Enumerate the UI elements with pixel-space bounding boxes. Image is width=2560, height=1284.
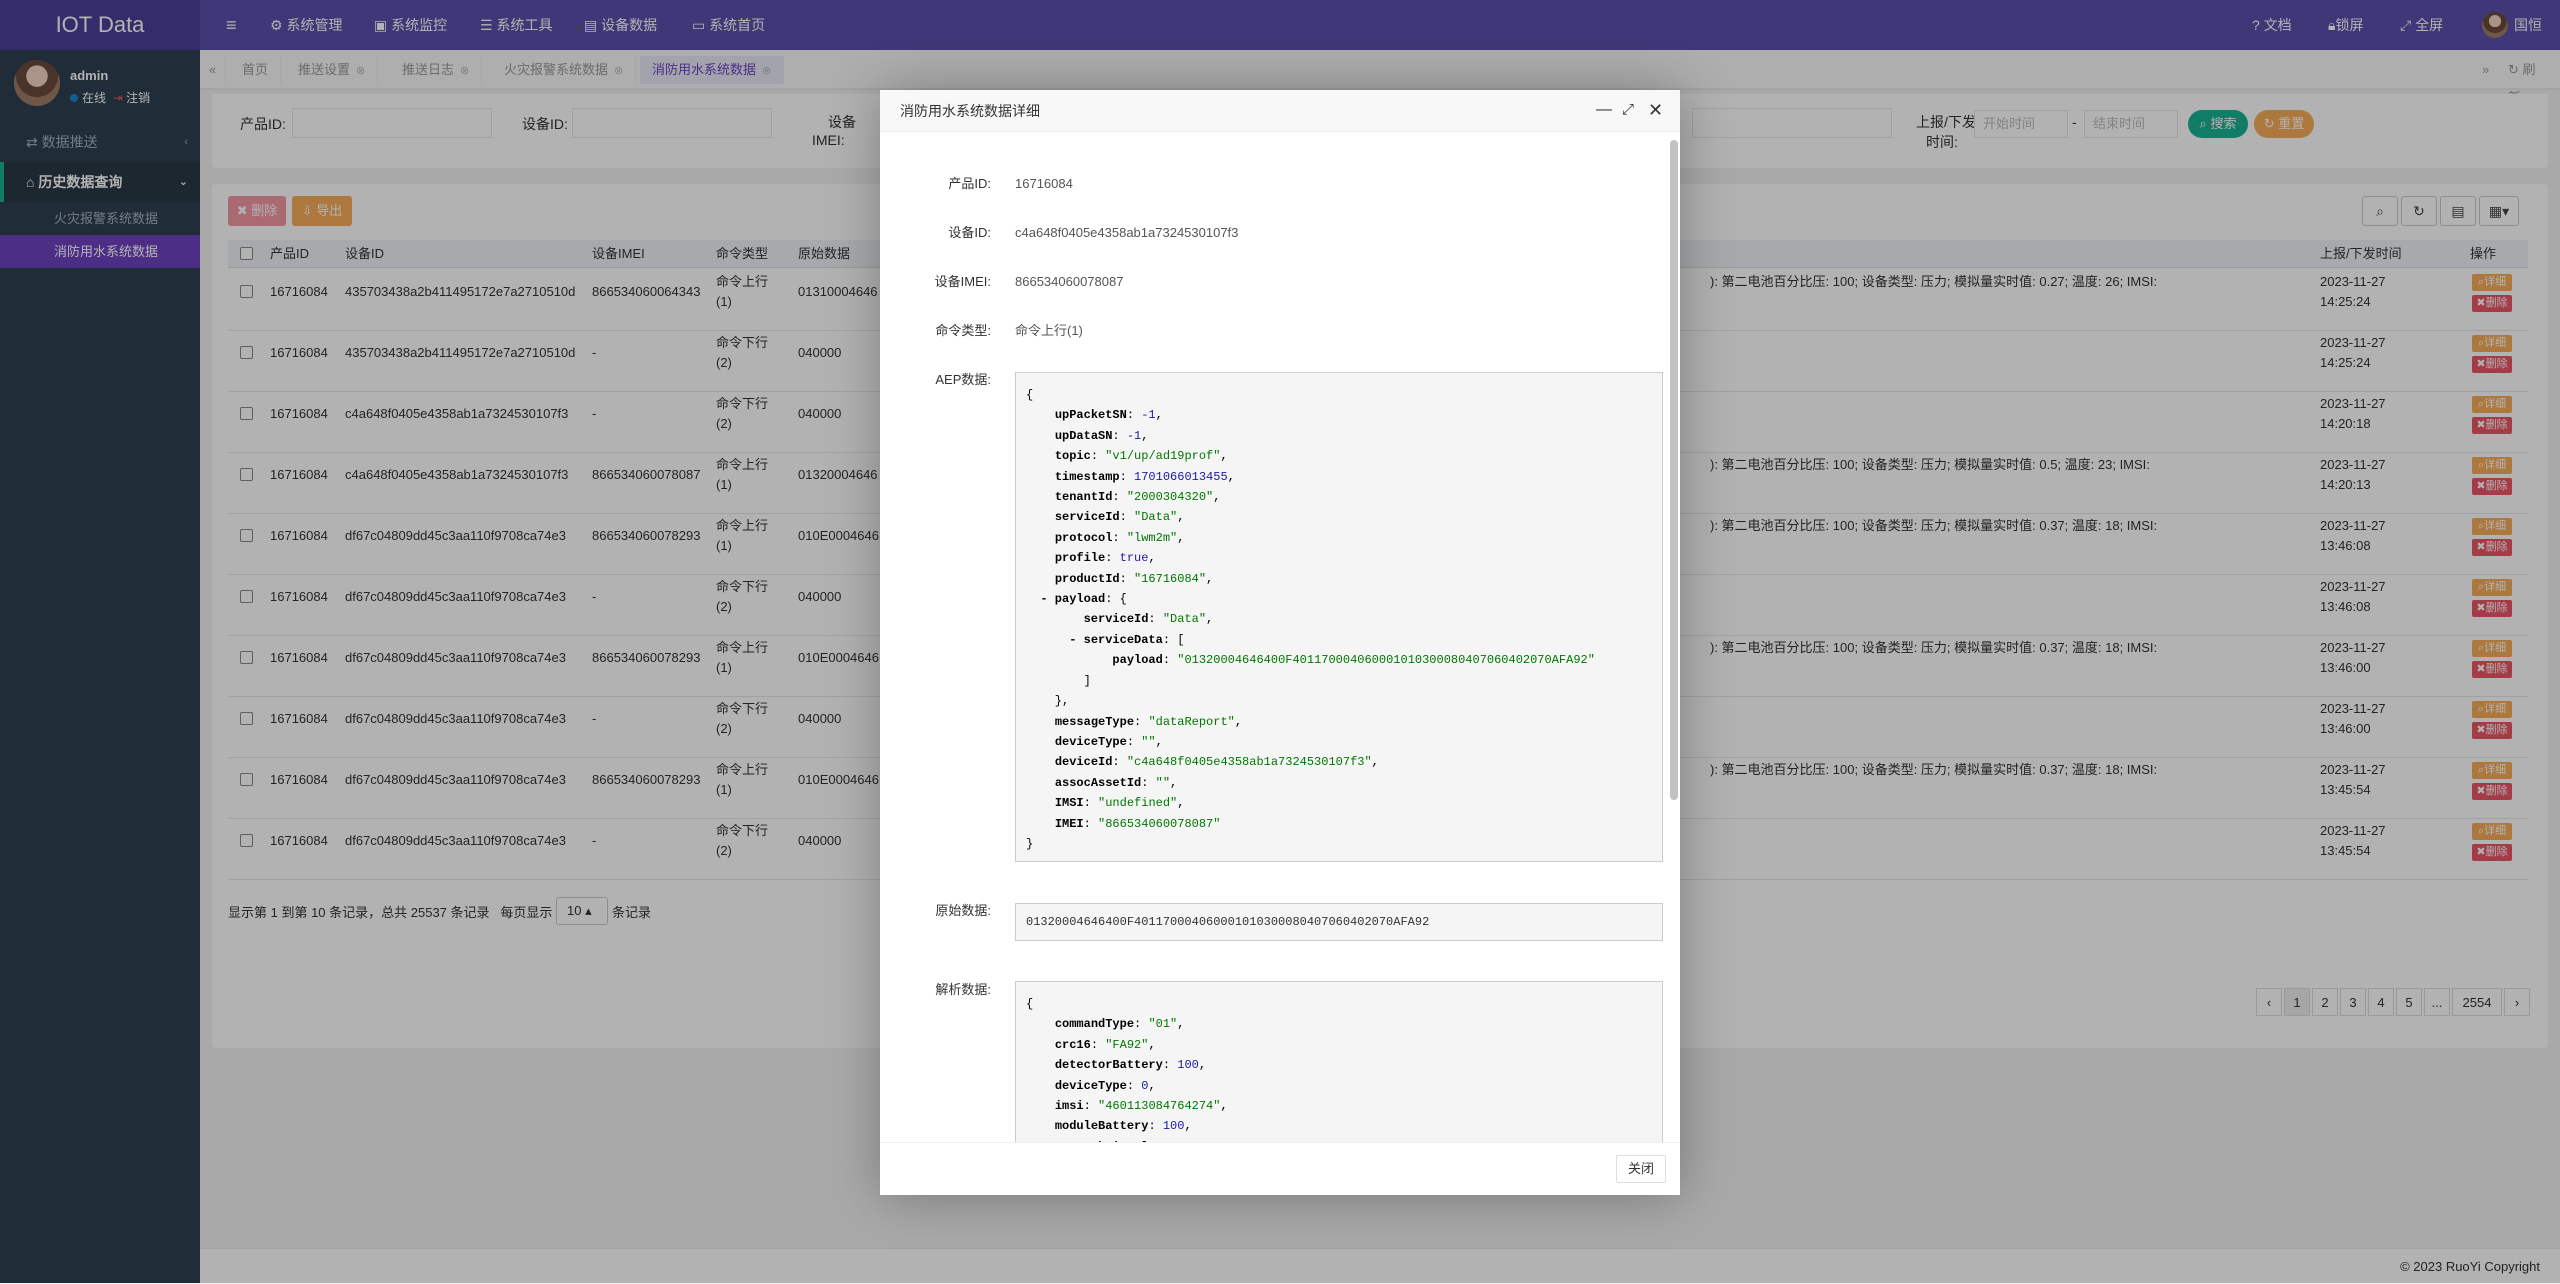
parsed-json-view: { commandType: "01", crc16: "FA92", dete… (1015, 981, 1663, 1142)
minimize-icon[interactable]: — (1596, 100, 1612, 120)
product-id-value: 16716084 (1015, 176, 1073, 191)
raw-data-label: 原始数据: (935, 903, 991, 918)
modal-scrollbar[interactable] (1670, 140, 1678, 800)
device-id-label: 设备ID: (948, 225, 991, 240)
maximize-icon[interactable]: ⤢ (1622, 100, 1634, 120)
close-button[interactable]: 关闭 (1616, 1155, 1666, 1183)
product-id-label: 产品ID: (948, 176, 991, 191)
parsed-data-label: 解析数据: (935, 982, 991, 997)
raw-data-value: 01320004646400F4011700040600010103000804… (1015, 903, 1663, 941)
modal-title: 消防用水系统数据详细 (880, 90, 1680, 132)
imei-value: 866534060078087 (1015, 274, 1124, 289)
cmd-type-label: 命令类型: (935, 323, 991, 338)
modal-footer: 关闭 (880, 1142, 1680, 1195)
aep-label: AEP数据: (935, 372, 991, 387)
aep-json-view: { upPacketSN: -1, upDataSN: -1, topic: "… (1015, 372, 1663, 862)
close-icon[interactable]: ✕ (1648, 100, 1663, 120)
detail-modal: 消防用水系统数据详细 — ⤢ ✕ 产品ID: 16716084 设备ID: c4… (880, 90, 1680, 1195)
modal-body: 产品ID: 16716084 设备ID: c4a648f0405e4358ab1… (880, 132, 1670, 1142)
imei-label: 设备IMEI: (934, 274, 991, 289)
cmd-type-value: 命令上行(1) (1015, 323, 1083, 338)
device-id-value: c4a648f0405e4358ab1a7324530107f3 (1015, 225, 1239, 240)
